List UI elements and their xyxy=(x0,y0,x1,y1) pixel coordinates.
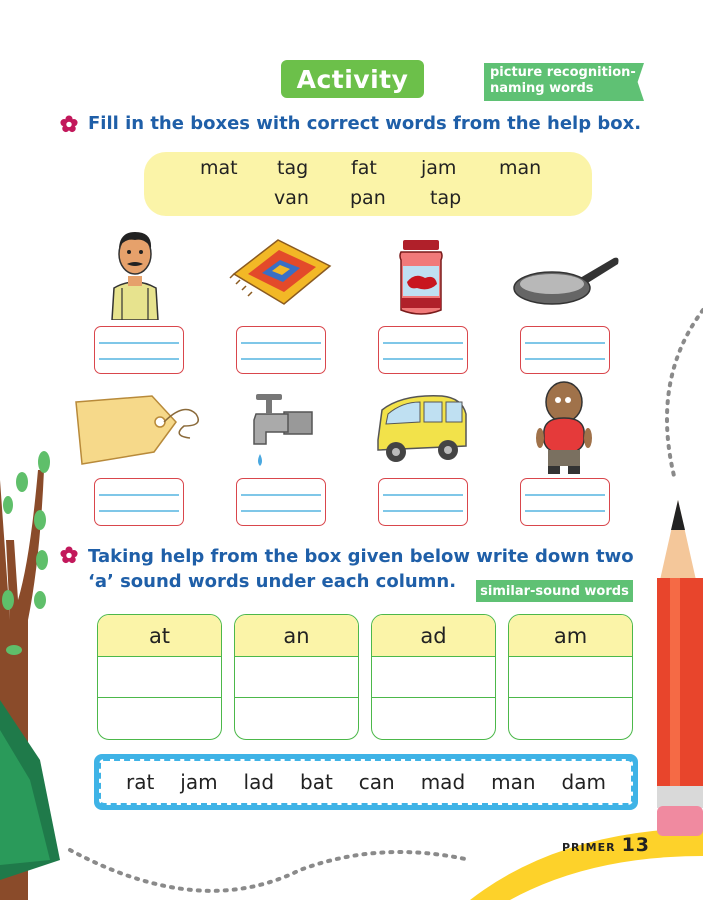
tap-picture xyxy=(253,394,313,466)
book-name: PRIMER xyxy=(562,841,616,854)
flower-bullet-icon xyxy=(60,546,78,564)
column-answer-row[interactable] xyxy=(98,657,221,698)
page-number: 13 xyxy=(621,834,651,856)
help-word: mat xyxy=(200,157,238,179)
help-word: tap xyxy=(430,187,462,209)
page-footer: PRIMER 13 xyxy=(562,834,650,856)
instruction-1: Fill in the boxes with correct words fro… xyxy=(60,113,641,134)
activity-title: Activity xyxy=(281,60,424,98)
help-word: man xyxy=(499,157,542,179)
word-bank-item: jam xyxy=(180,770,218,794)
word-bank-strip: rat jam lad bat can mad man dam xyxy=(94,754,638,810)
word-bank-item: rat xyxy=(125,770,155,794)
instruction-2-line1: Taking help from the box given below wri… xyxy=(88,546,634,567)
answer-box[interactable] xyxy=(520,478,610,526)
column-answer-row[interactable] xyxy=(98,698,221,739)
answer-box[interactable] xyxy=(236,478,326,526)
van-picture xyxy=(377,395,467,462)
pencil-illustration xyxy=(657,500,703,836)
help-word: jam xyxy=(421,157,457,179)
answer-box[interactable] xyxy=(520,326,610,374)
column-at: at xyxy=(97,614,222,740)
help-box: mat tag fat jam man van pan tap xyxy=(144,152,592,216)
instruction-1-text: Fill in the boxes with correct words fro… xyxy=(88,113,642,134)
help-word: fat xyxy=(351,157,377,179)
fat-picture xyxy=(536,381,592,474)
answer-box[interactable] xyxy=(378,326,468,374)
topic-badge-line2: naming words xyxy=(490,81,594,96)
column-answer-row[interactable] xyxy=(372,657,495,698)
column-header: an xyxy=(235,615,358,657)
man-picture xyxy=(111,232,159,320)
jam-picture xyxy=(399,240,443,315)
help-word: van xyxy=(274,187,309,209)
answer-box[interactable] xyxy=(236,326,326,374)
word-bank-item: mad xyxy=(420,770,466,794)
pan-picture xyxy=(513,257,619,305)
word-bank-item: bat xyxy=(300,770,333,794)
topic-badge-line1: picture recognition- xyxy=(490,65,636,80)
word-bank-item: can xyxy=(358,770,395,794)
word-bank-item: man xyxy=(491,770,536,794)
tree-illustration xyxy=(0,451,60,900)
column-header: am xyxy=(509,615,632,657)
word-bank-item: lad xyxy=(243,770,275,794)
topic-badge: picture recognition- naming words xyxy=(484,63,644,101)
tag-picture xyxy=(75,395,199,465)
answer-box[interactable] xyxy=(378,478,468,526)
help-word: pan xyxy=(350,187,386,209)
column-am: am xyxy=(508,614,633,740)
column-header: at xyxy=(98,615,221,657)
help-word: tag xyxy=(277,157,309,179)
flower-bullet-icon xyxy=(60,114,78,132)
column-answer-row[interactable] xyxy=(235,657,358,698)
column-answer-row[interactable] xyxy=(372,698,495,739)
word-bank-item: dam xyxy=(561,770,606,794)
similar-sound-badge: similar-sound words xyxy=(476,580,633,602)
column-answer-row[interactable] xyxy=(509,657,632,698)
column-answer-row[interactable] xyxy=(235,698,358,739)
column-answer-row[interactable] xyxy=(509,698,632,739)
column-an: an xyxy=(234,614,359,740)
mat-picture xyxy=(229,239,332,305)
column-header: ad xyxy=(372,615,495,657)
answer-box[interactable] xyxy=(94,478,184,526)
column-ad: ad xyxy=(371,614,496,740)
answer-box[interactable] xyxy=(94,326,184,374)
